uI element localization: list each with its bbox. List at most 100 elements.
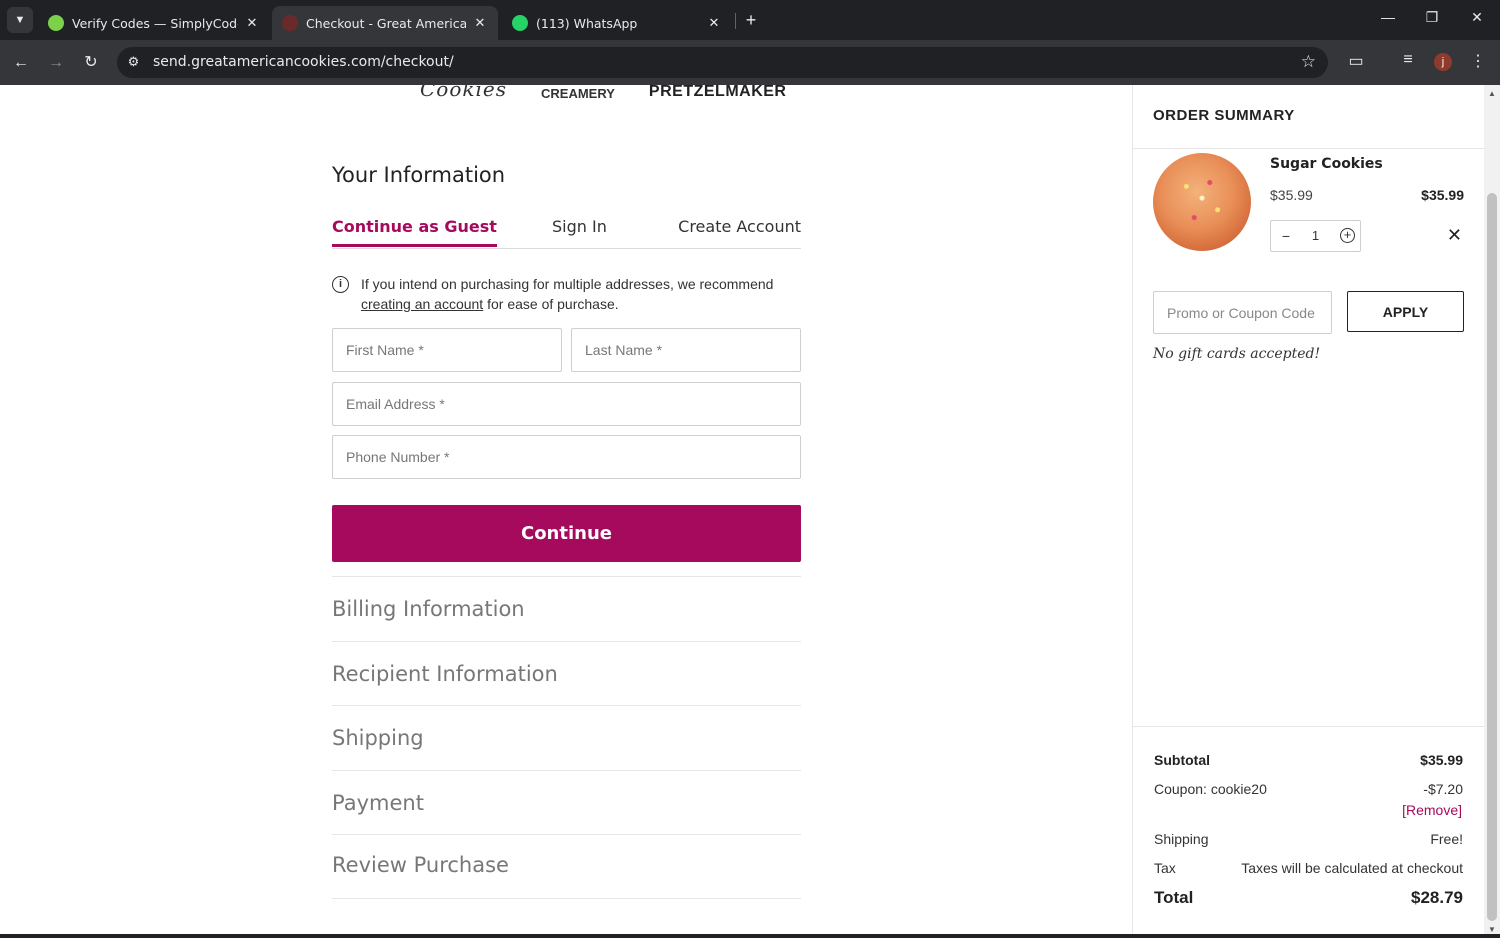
minimize-icon[interactable]: — bbox=[1378, 9, 1398, 25]
info-icon: i bbox=[332, 276, 349, 293]
tab-search-chevron-icon[interactable]: ▼ bbox=[7, 7, 33, 33]
tab-continue-as-guest[interactable]: Continue as Guest bbox=[332, 217, 497, 247]
quantity-stepper[interactable]: − 1 + bbox=[1270, 220, 1361, 252]
step-label: Billing Information bbox=[332, 597, 525, 621]
close-tab-icon[interactable]: ✕ bbox=[472, 16, 488, 31]
create-account-link[interactable]: creating an account bbox=[361, 296, 483, 312]
tab-checkout[interactable]: Checkout - Great American Cookies ✕ bbox=[272, 6, 498, 40]
tax-value: Taxes will be calculated at checkout bbox=[1241, 860, 1463, 876]
whatsapp-favicon-icon bbox=[512, 15, 528, 31]
media-queue-icon[interactable]: ≡ bbox=[1397, 51, 1419, 69]
last-name-field[interactable] bbox=[571, 328, 801, 372]
brand-logos: Cookies CREAMERY PRETZELMAKER bbox=[420, 85, 786, 101]
no-gift-cards-notice: No gift cards accepted! bbox=[1153, 346, 1321, 362]
browser-menu-icon[interactable]: ⋮ bbox=[1467, 51, 1489, 71]
order-summary-title: ORDER SUMMARY bbox=[1153, 107, 1295, 124]
step-review-purchase[interactable]: Review Purchase bbox=[332, 834, 801, 899]
tab-title: (113) WhatsApp bbox=[536, 15, 638, 31]
cookies-logo: Cookies bbox=[420, 85, 507, 101]
step-label: Shipping bbox=[332, 726, 424, 750]
total-label: Total bbox=[1154, 888, 1194, 907]
scroll-down-arrow-icon[interactable]: ▼ bbox=[1484, 925, 1500, 934]
promo-code-input[interactable] bbox=[1154, 292, 1331, 333]
tab-simplycodes[interactable]: Verify Codes — SimplyCodes ✕ bbox=[38, 6, 270, 40]
divider bbox=[1133, 148, 1485, 149]
continue-button[interactable]: Continue bbox=[332, 505, 801, 562]
remove-item-close-icon[interactable]: ✕ bbox=[1447, 225, 1462, 246]
shipping-value: Free! bbox=[1430, 831, 1463, 847]
first-name-field[interactable] bbox=[332, 328, 562, 372]
back-arrow-icon[interactable]: ← bbox=[10, 52, 32, 74]
phone-field[interactable] bbox=[332, 435, 801, 479]
site-info-icon[interactable]: ⚙ bbox=[125, 54, 142, 71]
step-shipping[interactable]: Shipping bbox=[332, 705, 801, 770]
phone-input[interactable] bbox=[333, 436, 800, 478]
divider bbox=[1133, 726, 1485, 727]
product-name: Sugar Cookies bbox=[1270, 156, 1383, 172]
browser-toolbar: ← → ↻ ⚙ send.greatamericancookies.com/ch… bbox=[0, 40, 1500, 85]
window-bottom-edge bbox=[0, 934, 1500, 938]
page-scrollbar[interactable]: ▲ ▼ bbox=[1484, 85, 1500, 938]
step-payment[interactable]: Payment bbox=[332, 770, 801, 835]
step-recipient-information[interactable]: Recipient Information bbox=[332, 641, 801, 706]
great-american-cookies-favicon-icon bbox=[282, 15, 298, 31]
email-input[interactable] bbox=[333, 383, 800, 425]
coupon-label: Coupon: cookie20 bbox=[1154, 781, 1267, 797]
promo-code-field[interactable] bbox=[1153, 291, 1332, 334]
shipping-row: Shipping Free! bbox=[1154, 831, 1463, 849]
last-name-input[interactable] bbox=[572, 329, 800, 371]
coupon-row: Coupon: cookie20 -$7.20 bbox=[1154, 781, 1463, 799]
close-tab-icon[interactable]: ✕ bbox=[706, 16, 722, 31]
browser-tab-bar: ▼ Verify Codes — SimplyCodes ✕ Checkout … bbox=[0, 0, 1500, 40]
multiple-addresses-note: i If you intend on purchasing for multip… bbox=[332, 274, 801, 314]
extensions-puzzle-icon[interactable]: ▭ bbox=[1345, 51, 1367, 71]
reload-icon[interactable]: ↻ bbox=[80, 52, 102, 74]
new-tab-plus-icon[interactable]: + bbox=[741, 10, 761, 31]
tab-separator bbox=[735, 13, 736, 29]
section-title: Your Information bbox=[332, 163, 506, 187]
account-tabs: Continue as Guest Sign In Create Account bbox=[332, 217, 801, 249]
address-url[interactable]: send.greatamericancookies.com/checkout/ bbox=[153, 54, 454, 70]
profile-avatar[interactable]: j bbox=[1434, 53, 1452, 71]
tab-whatsapp[interactable]: (113) WhatsApp ✕ bbox=[502, 6, 732, 40]
email-field[interactable] bbox=[332, 382, 801, 426]
address-bar[interactable]: ⚙ send.greatamericancookies.com/checkout… bbox=[117, 47, 1328, 78]
tax-row: Tax Taxes will be calculated at checkout bbox=[1154, 860, 1463, 878]
tab-sign-in[interactable]: Sign In bbox=[552, 217, 607, 236]
tax-label: Tax bbox=[1154, 860, 1176, 876]
forward-arrow-icon[interactable]: → bbox=[45, 52, 67, 74]
close-tab-icon[interactable]: ✕ bbox=[244, 16, 260, 31]
step-label: Review Purchase bbox=[332, 853, 509, 877]
subtotal-label: Subtotal bbox=[1154, 752, 1210, 768]
note-text-after: for ease of purchase. bbox=[483, 296, 619, 312]
total-row: Total $28.79 bbox=[1154, 888, 1463, 910]
bookmark-star-icon[interactable]: ☆ bbox=[1301, 52, 1316, 72]
scrollbar-thumb[interactable] bbox=[1487, 193, 1497, 921]
scroll-up-arrow-icon[interactable]: ▲ bbox=[1484, 89, 1500, 98]
note-text-before: If you intend on purchasing for multiple… bbox=[361, 276, 774, 292]
apply-coupon-button[interactable]: APPLY bbox=[1347, 291, 1464, 332]
window-close-icon[interactable]: ✕ bbox=[1467, 9, 1487, 26]
checkout-page: Cookies CREAMERY PRETZELMAKER Your Infor… bbox=[0, 85, 1500, 938]
note-text: If you intend on purchasing for multiple… bbox=[361, 274, 801, 314]
first-name-input[interactable] bbox=[333, 329, 561, 371]
step-billing-information[interactable]: Billing Information bbox=[332, 576, 801, 641]
sugar-cookie-image bbox=[1153, 153, 1251, 251]
subtotal-row: Subtotal $35.99 bbox=[1154, 752, 1463, 770]
total-value: $28.79 bbox=[1411, 888, 1463, 907]
restore-icon[interactable]: ❐ bbox=[1422, 9, 1442, 26]
product-price: $35.99 bbox=[1270, 187, 1313, 203]
step-label: Recipient Information bbox=[332, 662, 558, 686]
product-line-total: $35.99 bbox=[1421, 187, 1464, 203]
tab-title: Checkout - Great American Cookies bbox=[306, 15, 466, 31]
shipping-label: Shipping bbox=[1154, 831, 1209, 847]
tab-create-account[interactable]: Create Account bbox=[678, 217, 801, 236]
creamery-logo: CREAMERY bbox=[541, 86, 615, 101]
tab-title: Verify Codes — SimplyCodes bbox=[72, 15, 238, 31]
simplycodes-favicon-icon bbox=[48, 15, 64, 31]
coupon-value: -$7.20 bbox=[1423, 781, 1463, 797]
pretzelmaker-logo: PRETZELMAKER bbox=[648, 85, 787, 100]
step-label: Payment bbox=[332, 791, 424, 815]
remove-coupon-link[interactable]: [Remove] bbox=[1402, 802, 1462, 818]
increase-quantity-icon[interactable]: + bbox=[1340, 228, 1355, 243]
